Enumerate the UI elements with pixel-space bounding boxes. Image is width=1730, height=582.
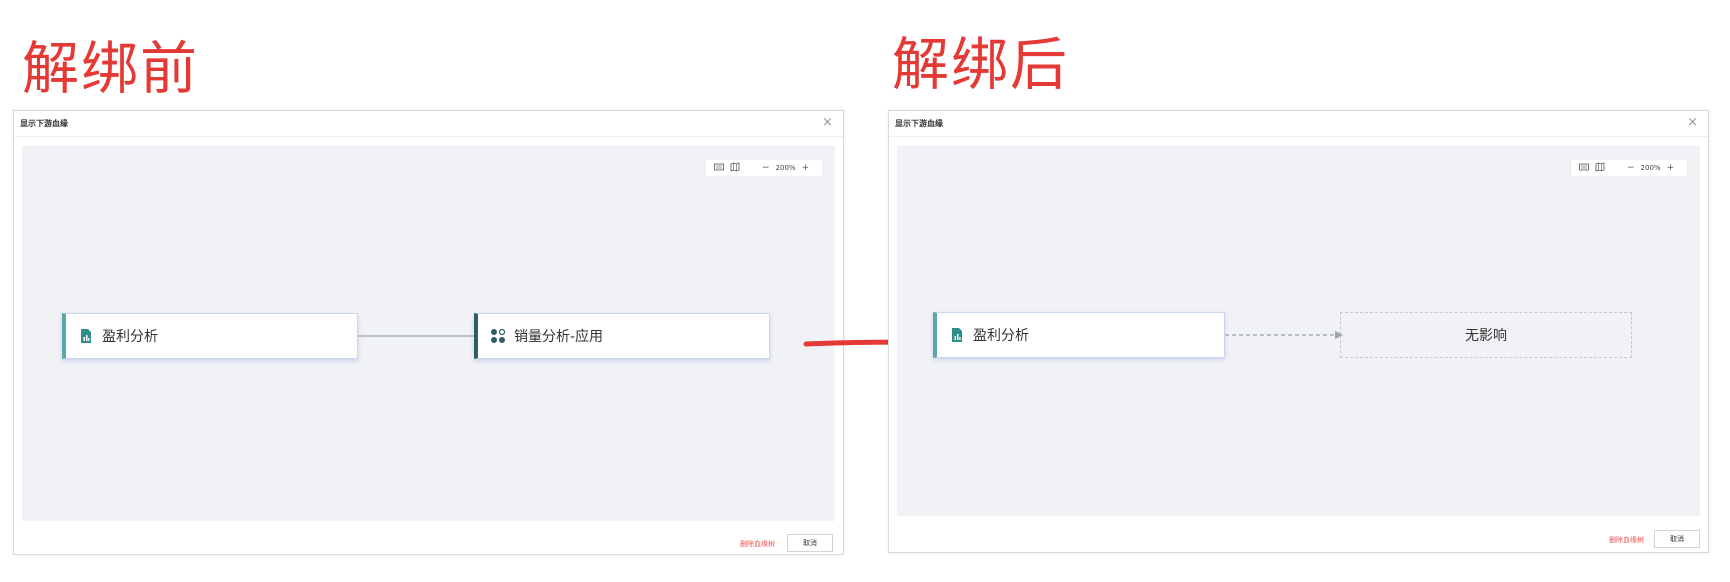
dialog-header: 显示下游血缘 × [889,111,1708,137]
delete-lineage-link[interactable]: 删除血缘树 [1609,535,1644,545]
dialog-title: 显示下游血缘 [895,119,943,128]
lineage-canvas[interactable]: − 200% + 盈利分析 无影响 [897,146,1700,516]
after-dialog: 显示下游血缘 × − 200% + 盈利分析 无影响 删除血缘树 取消 [888,110,1709,553]
no-impact-node: 无影响 [1340,312,1632,358]
after-heading: 解绑后 [892,32,1069,98]
close-icon[interactable]: × [1687,115,1698,130]
cancel-button[interactable]: 取消 [1654,530,1700,548]
